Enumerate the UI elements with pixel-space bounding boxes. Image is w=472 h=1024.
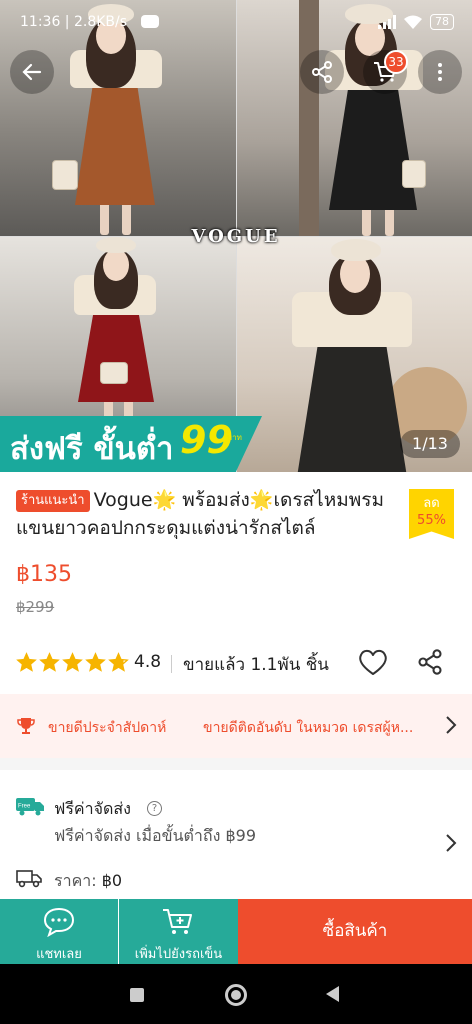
system-back-button[interactable] bbox=[326, 986, 339, 1002]
status-time-speed: 11:36 | 2.8KB/s bbox=[20, 14, 128, 30]
battery-indicator: 78 bbox=[430, 14, 454, 30]
status-speed: 2.8KB/s bbox=[73, 14, 128, 30]
discount-badge: ลด 55% bbox=[409, 489, 454, 539]
bottom-action-bar: แชทเลย เพิ่มไปยังรถเข็น ซื้อสินค้า bbox=[0, 899, 472, 964]
product-page: VOGUE ส่งฟรี ขั้นต่ำ 99 บาท 1/13 11:36 |… bbox=[0, 0, 472, 1024]
bestseller-row[interactable]: ขายดีประจำสัปดาห์ ขายดีติดอันดับ ในหมวด … bbox=[0, 694, 472, 758]
bestseller-category: ขายดีติดอันดับ ในหมวด เดรสผู้ห... bbox=[203, 720, 414, 736]
status-bar: 11:36 | 2.8KB/s 78 bbox=[0, 8, 472, 38]
system-navigation-bar bbox=[0, 964, 472, 1024]
add-to-cart-label: เพิ่มไปยังรถเข็น bbox=[134, 947, 223, 962]
star-emoji: 🌟 bbox=[152, 489, 177, 511]
recent-apps-button[interactable] bbox=[130, 988, 144, 1002]
add-to-cart-icon bbox=[163, 909, 192, 934]
promo-unit: บาท bbox=[227, 433, 242, 442]
share-button[interactable] bbox=[300, 50, 344, 94]
free-icon-text: Free bbox=[18, 804, 31, 810]
home-button[interactable] bbox=[225, 984, 247, 1006]
status-time: 11:36 bbox=[20, 14, 61, 30]
divider bbox=[171, 655, 172, 673]
shipping-section[interactable]: Free ฟรีค่าจัดส่ง ? ฟรีค่าจัดส่ง เมื่อขั… bbox=[0, 770, 472, 900]
gallery-watermark: VOGUE bbox=[191, 226, 281, 247]
discount-label: ลด bbox=[423, 496, 440, 511]
chat-now-button[interactable]: แชทเลย bbox=[0, 899, 118, 964]
shipping-cost-label: ราคา: bbox=[54, 871, 97, 890]
chevron-right-icon bbox=[446, 834, 457, 852]
game-icon bbox=[141, 15, 159, 28]
free-shipping-icon: Free bbox=[16, 798, 44, 816]
shipping-cost-value: ฿0 bbox=[101, 871, 123, 890]
chat-now-label: แชทเลย bbox=[36, 947, 82, 962]
chat-icon bbox=[43, 907, 75, 937]
share-icon[interactable] bbox=[416, 648, 444, 676]
section-divider bbox=[0, 758, 472, 770]
star-icon bbox=[108, 652, 129, 672]
free-shipping-condition: ฟรีค่าจัดส่ง เมื่อขั้นต่ำถึง ฿99 bbox=[54, 826, 257, 845]
help-icon[interactable]: ? bbox=[147, 801, 162, 816]
star-icon bbox=[62, 652, 83, 672]
promo-amount: 99 bbox=[180, 418, 233, 462]
truck-icon bbox=[16, 870, 42, 888]
image-page-counter: 1/13 bbox=[400, 430, 460, 458]
status-icons: 78 bbox=[378, 14, 454, 30]
bestseller-weekly: ขายดีประจำสัปดาห์ bbox=[48, 720, 167, 736]
current-price: ฿135 bbox=[16, 562, 72, 587]
star-emoji: 🌟 bbox=[249, 489, 274, 511]
rating-value: 4.8 bbox=[134, 652, 162, 672]
chevron-right-icon bbox=[446, 716, 457, 734]
star-icon bbox=[39, 652, 60, 672]
title-ready: พร้อมส่ง bbox=[176, 489, 250, 511]
wifi-icon bbox=[404, 15, 422, 29]
arrow-left-icon bbox=[22, 63, 42, 81]
title-brand: Vogue bbox=[93, 489, 153, 511]
star-icon bbox=[85, 652, 106, 672]
back-button[interactable] bbox=[10, 50, 54, 94]
more-options-button[interactable] bbox=[418, 50, 462, 94]
sold-count: ขายแล้ว 1.1พัน ชิ้น bbox=[183, 655, 329, 675]
rating-stars bbox=[16, 652, 129, 673]
discount-percent: 55% bbox=[417, 513, 446, 528]
recommended-shop-tag: ร้านแนะนำ bbox=[16, 490, 90, 512]
free-shipping-title: ฟรีค่าจัดส่ง bbox=[54, 799, 131, 818]
product-title: ร้านแนะนำ Vogue🌟 พร้อมส่ง🌟เดรสไหมพรมแขนยา… bbox=[16, 486, 388, 542]
share-icon bbox=[312, 61, 332, 83]
cart-count-badge: 33 bbox=[384, 50, 408, 74]
buy-now-button[interactable]: ซื้อสินค้า bbox=[238, 899, 472, 964]
more-vertical-icon bbox=[438, 63, 442, 81]
trophy-icon bbox=[17, 718, 35, 734]
shipping-cost: ราคา: ฿0 bbox=[54, 869, 122, 894]
promo-text: ส่งฟรี ขั้นต่ำ bbox=[10, 431, 174, 467]
add-to-cart-button[interactable]: เพิ่มไปยังรถเข็น bbox=[119, 899, 238, 964]
heart-icon[interactable] bbox=[358, 648, 388, 676]
star-icon bbox=[16, 652, 37, 672]
signal-icon bbox=[378, 15, 396, 29]
rating-row: 4.8 ขายแล้ว 1.1พัน ชิ้น bbox=[16, 648, 456, 678]
original-price: ฿299 bbox=[16, 598, 55, 616]
